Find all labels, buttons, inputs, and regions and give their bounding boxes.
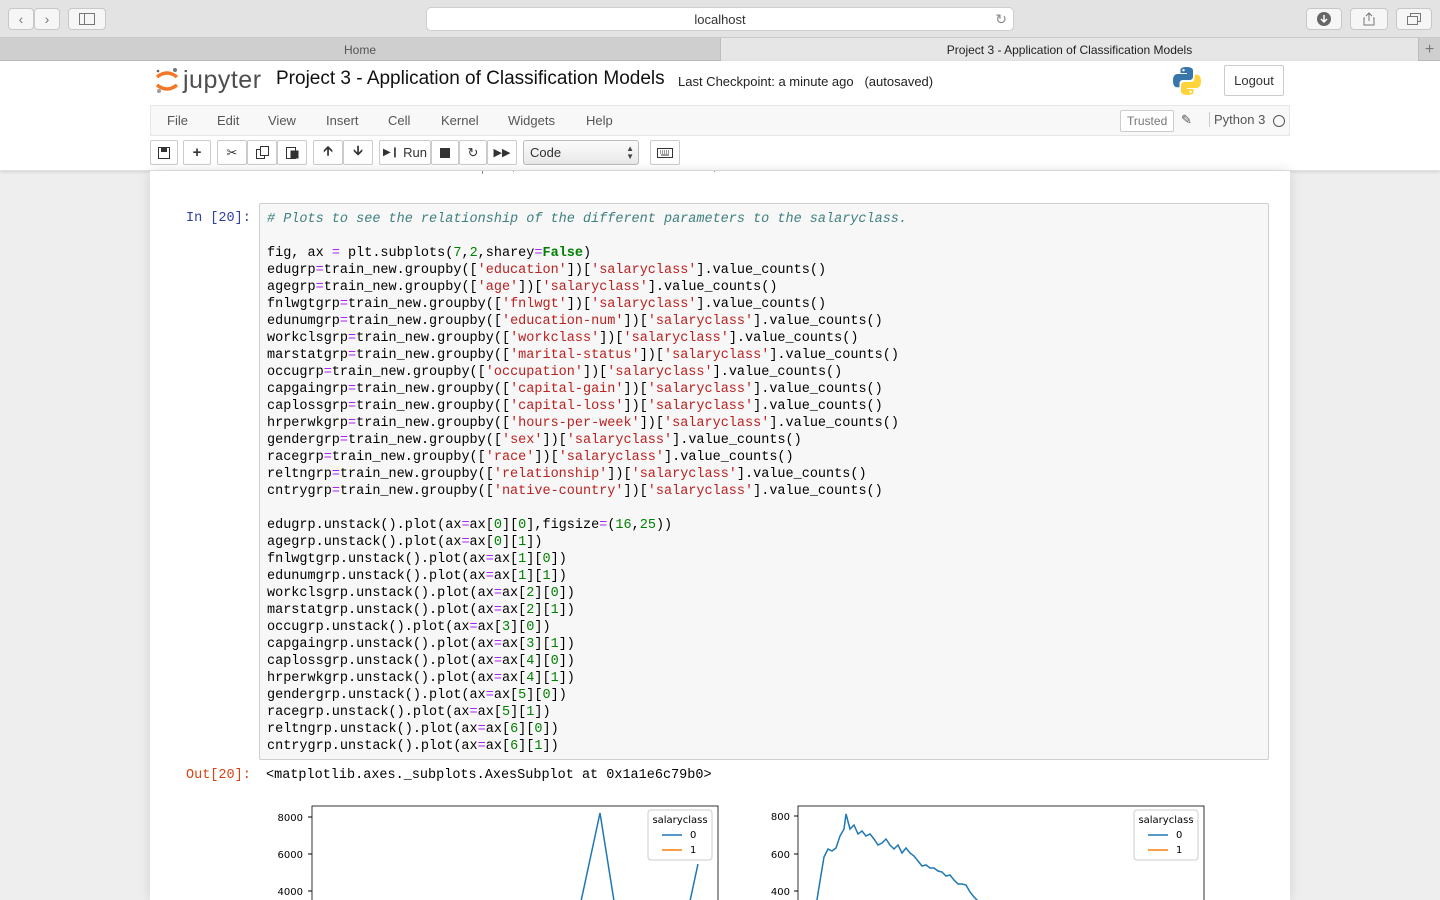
legend-label-1: 1 <box>690 845 696 856</box>
trusted-indicator[interactable]: Trusted <box>1120 110 1175 132</box>
run-label: Run <box>403 145 427 160</box>
edit-pencil-icon[interactable]: ✎ <box>1181 112 1192 128</box>
y-tick-label: 6000 <box>278 850 303 861</box>
menu-file[interactable]: File <box>167 106 188 135</box>
menu-widgets[interactable]: Widgets <box>508 106 555 135</box>
legend-title: salaryclass <box>1138 815 1193 826</box>
legend: salaryclass 0 1 <box>1133 809 1199 861</box>
tab-home[interactable]: Home <box>0 38 720 61</box>
cell-type-value: Code <box>530 145 562 160</box>
back-button[interactable]: ‹ <box>8 8 34 30</box>
menu-kernel[interactable]: Kernel <box>441 106 479 135</box>
sidebar-toggle-button[interactable] <box>68 8 106 30</box>
cut-button[interactable]: ✂ <box>217 140 247 165</box>
y-tick-label: 4000 <box>278 887 303 898</box>
notebook-toolbar: + ✂ 🡩 🡫 ▶❙ Run ↻ ▶▶ Code ▲ ▼ <box>150 140 1290 168</box>
y-tick-label: 800 <box>771 812 790 823</box>
menu-insert[interactable]: Insert <box>326 106 359 135</box>
menu-cell[interactable]: Cell <box>388 106 410 135</box>
insert-cell-button[interactable]: + <box>183 140 211 165</box>
reload-icon[interactable]: ↻ <box>995 11 1007 28</box>
stop-icon <box>440 147 450 158</box>
jupyter-logo-icon <box>155 67 179 93</box>
output-prompt: Out[20]: <box>186 768 251 783</box>
paste-button[interactable] <box>277 140 307 165</box>
output-text: <matplotlib.axes._subplots.AxesSubplot a… <box>266 768 712 783</box>
logout-button[interactable]: Logout <box>1224 65 1284 96</box>
move-down-button[interactable]: 🡫 <box>343 140 373 165</box>
legend-label-1: 1 <box>1176 845 1182 856</box>
restart-icon: ↻ <box>467 144 479 160</box>
download-icon <box>1317 12 1331 26</box>
checkpoint-status: Last Checkpoint: a minute ago (autosaved… <box>678 74 933 89</box>
python-logo-icon <box>1173 67 1201 95</box>
browser-tab-strip: Home Project 3 - Application of Classifi… <box>0 38 1440 61</box>
menu-view[interactable]: View <box>268 106 296 135</box>
fast-forward-icon: ▶▶ <box>493 147 511 159</box>
chart-education: 8000 6000 4000 salaryclass 0 1 <box>278 805 719 900</box>
keyboard-icon <box>657 147 673 158</box>
y-ticks: 800 600 400 <box>771 812 798 898</box>
copy-icon <box>255 146 269 159</box>
kernel-name[interactable]: Python 3 <box>1209 112 1265 127</box>
forward-button[interactable]: › <box>34 8 60 30</box>
sidebar-icon <box>79 13 95 25</box>
save-button[interactable] <box>150 140 178 165</box>
arrow-down-icon: 🡫 <box>353 142 363 158</box>
legend: salaryclass 0 1 <box>647 809 713 861</box>
code-text[interactable]: # Plots to see the relationship of the d… <box>267 211 907 755</box>
address-text: localhost <box>694 11 746 27</box>
autosave-status: (autosaved) <box>864 74 934 89</box>
legend-title: salaryclass <box>652 815 707 826</box>
menu-bar: File Edit View Insert Cell Kernel Widget… <box>150 105 1290 136</box>
scissors-icon: ✂ <box>226 144 238 160</box>
browser-toolbar: ‹ › localhost ↻ <box>0 0 1440 38</box>
new-tab-icon[interactable]: + <box>1418 38 1440 61</box>
restart-kernel-button[interactable]: ↻ <box>459 140 487 165</box>
run-button[interactable]: ▶❙ Run <box>379 140 431 165</box>
plus-icon: + <box>192 144 202 161</box>
select-arrows-icon: ▲ ▼ <box>626 144 634 161</box>
menu-edit[interactable]: Edit <box>217 106 239 135</box>
jupyter-logo-text: jupyter <box>183 66 262 94</box>
restart-run-all-button[interactable]: ▶▶ <box>487 140 517 165</box>
save-icon <box>158 146 170 159</box>
chart-age: 800 600 400 salaryclass 0 1 <box>771 805 1205 900</box>
jupyter-header: jupyter Project 3 - Application of Class… <box>0 61 1440 171</box>
run-icon: ▶❙ <box>383 147 400 158</box>
paste-icon <box>285 147 298 159</box>
tabs-icon <box>1407 13 1421 25</box>
kernel-idle-icon <box>1273 115 1285 127</box>
legend-label-0: 0 <box>1176 830 1182 841</box>
menu-help[interactable]: Help <box>586 106 613 135</box>
legend-label-0: 0 <box>690 830 696 841</box>
y-tick-label: 600 <box>771 850 790 861</box>
copy-button[interactable] <box>247 140 277 165</box>
code-cell-input[interactable]: # Plots to see the relationship of the d… <box>259 203 1269 760</box>
arrow-up-icon: 🡩 <box>323 142 333 158</box>
address-bar[interactable]: localhost ↻ <box>426 7 1014 31</box>
input-prompt: In [20]: <box>186 211 251 226</box>
downloads-button[interactable] <box>1306 8 1342 30</box>
notebook-title[interactable]: Project 3 - Application of Classificatio… <box>276 68 665 90</box>
tab-notebook[interactable]: Project 3 - Application of Classificatio… <box>720 38 1418 61</box>
checkpoint-text: Last Checkpoint: a minute ago <box>678 74 854 89</box>
y-tick-label: 8000 <box>278 813 303 824</box>
notebook-container: – – – – In [20]: # Plots to see the rela… <box>150 171 1290 900</box>
share-button[interactable] <box>1350 8 1388 30</box>
share-icon <box>1363 12 1375 26</box>
interrupt-button[interactable] <box>431 140 459 165</box>
jupyter-logo[interactable]: jupyter <box>155 66 262 95</box>
move-up-button[interactable]: 🡩 <box>313 140 343 165</box>
tabs-overview-button[interactable] <box>1396 8 1432 30</box>
y-tick-label: 400 <box>771 887 790 898</box>
cell-type-select[interactable]: Code ▲ ▼ <box>523 140 639 165</box>
command-palette-button[interactable] <box>650 140 680 165</box>
y-ticks: 8000 6000 4000 <box>278 813 312 898</box>
